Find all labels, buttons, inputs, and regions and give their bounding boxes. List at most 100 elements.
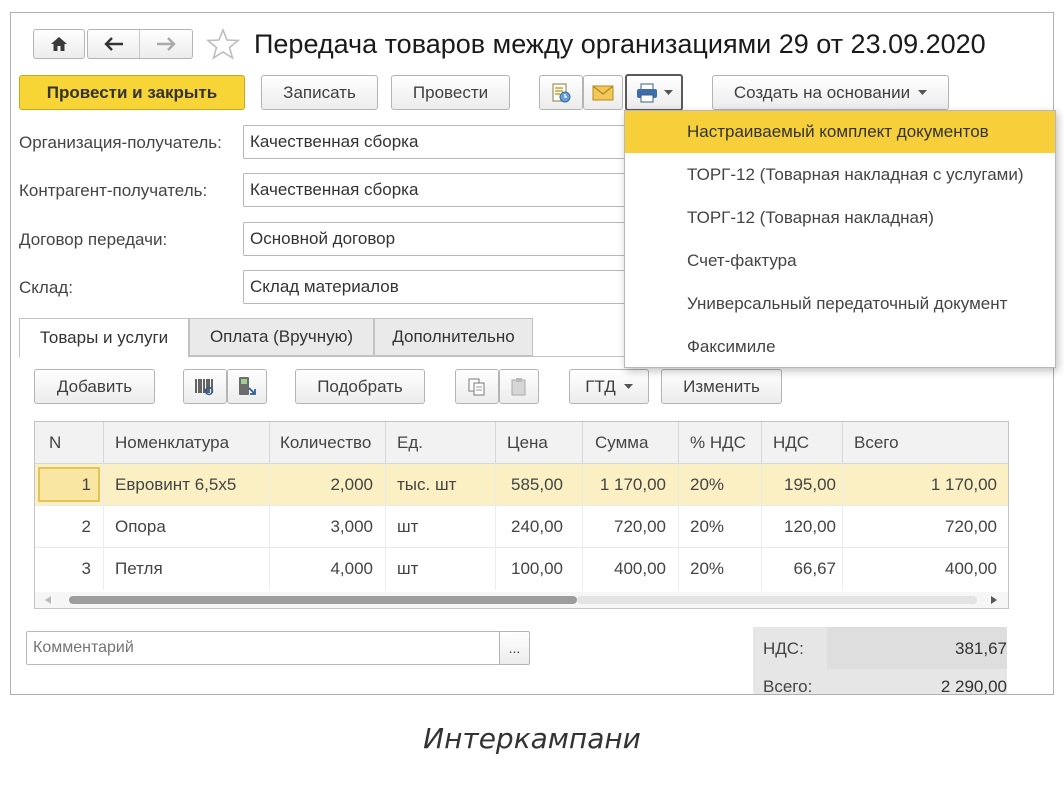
menu-item-torg12-services[interactable]: ТОРГ-12 (Товарная накладная с услугами)	[625, 154, 1055, 196]
menu-item-torg12[interactable]: ТОРГ-12 (Товарная накладная)	[625, 197, 1055, 239]
menu-item-facsimile[interactable]: Факсимиле	[625, 326, 1055, 368]
barcode-icon	[195, 378, 214, 395]
home-icon	[51, 37, 67, 51]
tab-additional[interactable]: Дополнительно	[374, 318, 533, 356]
forward-button[interactable]	[140, 30, 192, 58]
table-row[interactable]: 2 Опора 3,000 шт 240,00 720,00 20% 120,0…	[35, 506, 1008, 548]
menu-item-upd[interactable]: Универсальный передаточный документ	[625, 283, 1055, 325]
counterparty-value: Качественная сборка	[250, 180, 419, 199]
col-header-price[interactable]: Цена	[507, 422, 548, 464]
row-vat: 195,00	[784, 475, 836, 494]
comment-more-button[interactable]: ...	[499, 631, 530, 665]
col-header-vat[interactable]: НДС	[773, 422, 809, 464]
envelope-icon	[592, 84, 614, 100]
grand-total-value: 2 290,00	[940, 677, 1007, 695]
row-item: Петля	[115, 559, 163, 578]
table-row[interactable]: 1 Евровинт 6,5х5 2,000 тыс. шт 585,00 1 …	[35, 464, 1008, 506]
paste-icon	[511, 377, 526, 395]
counterparty-label: Контрагент-получатель:	[19, 181, 208, 200]
add-row-button[interactable]: Добавить	[34, 369, 155, 404]
row-sum: 720,00	[614, 517, 666, 536]
row-unit: тыс. шт	[397, 475, 457, 494]
report-structure-button[interactable]	[539, 75, 583, 110]
tab-goods-services[interactable]: Товары и услуги	[19, 318, 189, 358]
row-vat-rate: 20%	[690, 517, 725, 536]
print-button[interactable]	[625, 74, 683, 111]
data-collection-terminal-button[interactable]	[227, 369, 267, 404]
save-button[interactable]: Записать	[261, 75, 378, 110]
home-button[interactable]	[33, 29, 85, 59]
contract-value: Основной договор	[250, 229, 396, 248]
change-button[interactable]: Изменить	[661, 369, 782, 404]
col-header-sum[interactable]: Сумма	[595, 422, 648, 464]
menu-item-invoice[interactable]: Счет-фактура	[625, 240, 1055, 282]
row-vat: 66,67	[793, 559, 836, 578]
terminal-icon	[239, 376, 256, 395]
table-header: N Номенклатура Количество Ед. Цена Сумма…	[35, 422, 1008, 464]
counterparty-field[interactable]: Качественная сборка	[243, 173, 663, 207]
row-price: 240,00	[511, 517, 563, 536]
row-item: Евровинт 6,5х5	[115, 475, 237, 494]
org-value: Качественная сборка	[250, 132, 419, 151]
comment-input[interactable]	[26, 631, 500, 665]
horizontal-scrollbar[interactable]	[35, 592, 1008, 608]
row-sum: 400,00	[614, 559, 666, 578]
row-total: 720,00	[945, 517, 997, 536]
history-nav	[87, 29, 193, 59]
warehouse-field[interactable]: Склад материалов	[243, 270, 663, 304]
col-header-qty[interactable]: Количество	[280, 422, 377, 464]
chevron-down-icon	[663, 89, 673, 95]
favorite-star-icon[interactable]	[206, 28, 240, 60]
warehouse-label: Склад:	[19, 278, 73, 297]
post-button[interactable]: Провести	[391, 75, 510, 110]
row-total: 400,00	[945, 559, 997, 578]
row-unit: шт	[397, 517, 419, 536]
row-item: Опора	[115, 517, 166, 536]
row-vat: 120,00	[784, 517, 836, 536]
create-based-on-label: Создать на основании	[733, 82, 911, 102]
chevron-down-icon	[623, 383, 633, 389]
row-qty: 4,000	[330, 559, 373, 578]
contract-field[interactable]: Основной договор	[243, 222, 663, 256]
warehouse-value: Склад материалов	[250, 277, 399, 296]
send-email-button[interactable]	[583, 75, 623, 110]
scroll-right-icon[interactable]	[991, 596, 997, 604]
row-vat-rate: 20%	[690, 559, 725, 578]
gtd-button[interactable]: ГТД	[569, 369, 649, 404]
org-field[interactable]: Качественная сборка	[243, 125, 663, 159]
col-header-item[interactable]: Номенклатура	[115, 422, 229, 464]
tab-payment-manual[interactable]: Оплата (Вручную)	[189, 318, 374, 356]
row-price: 585,00	[511, 475, 563, 494]
post-and-close-button[interactable]: Провести и закрыть	[19, 75, 245, 110]
image-caption: Интеркампани	[423, 722, 641, 755]
vat-total-label: НДС:	[763, 639, 804, 658]
create-based-on-button[interactable]: Создать на основании	[712, 75, 949, 110]
row-qty: 2,000	[330, 475, 373, 494]
row-number: 1	[81, 475, 91, 494]
row-total: 1 170,00	[930, 475, 997, 494]
table-row[interactable]: 3 Петля 4,000 шт 100,00 400,00 20% 66,67…	[35, 548, 1008, 590]
pick-items-button[interactable]: Подобрать	[295, 369, 425, 404]
col-header-vat-rate[interactable]: % НДС	[690, 422, 746, 464]
row-vat-rate: 20%	[690, 475, 725, 494]
vat-total-value: 381,67	[955, 639, 1007, 658]
col-header-total[interactable]: Всего	[854, 422, 899, 464]
row-unit: шт	[397, 559, 419, 578]
row-number: 3	[81, 559, 91, 578]
scrollbar-thumb[interactable]	[69, 596, 577, 604]
scroll-left-icon[interactable]	[45, 596, 51, 604]
col-header-n[interactable]: N	[49, 422, 61, 464]
row-number: 2	[81, 517, 91, 536]
copy-icon	[468, 378, 485, 395]
org-label: Организация-получатель:	[19, 133, 222, 152]
paste-rows-button[interactable]	[499, 369, 539, 404]
back-button[interactable]	[88, 30, 140, 58]
goods-table[interactable]: N Номенклатура Количество Ед. Цена Сумма…	[34, 421, 1009, 609]
copy-rows-button[interactable]	[455, 369, 499, 404]
row-sum: 1 170,00	[599, 475, 666, 494]
barcode-search-button[interactable]	[183, 369, 227, 404]
col-header-unit[interactable]: Ед.	[397, 422, 423, 464]
contract-label: Договор передачи:	[19, 230, 168, 249]
menu-item-custom-doc-set[interactable]: Настраиваемый комплект документов	[625, 111, 1055, 153]
page-title: Передача товаров между организациями 29 …	[254, 29, 986, 59]
